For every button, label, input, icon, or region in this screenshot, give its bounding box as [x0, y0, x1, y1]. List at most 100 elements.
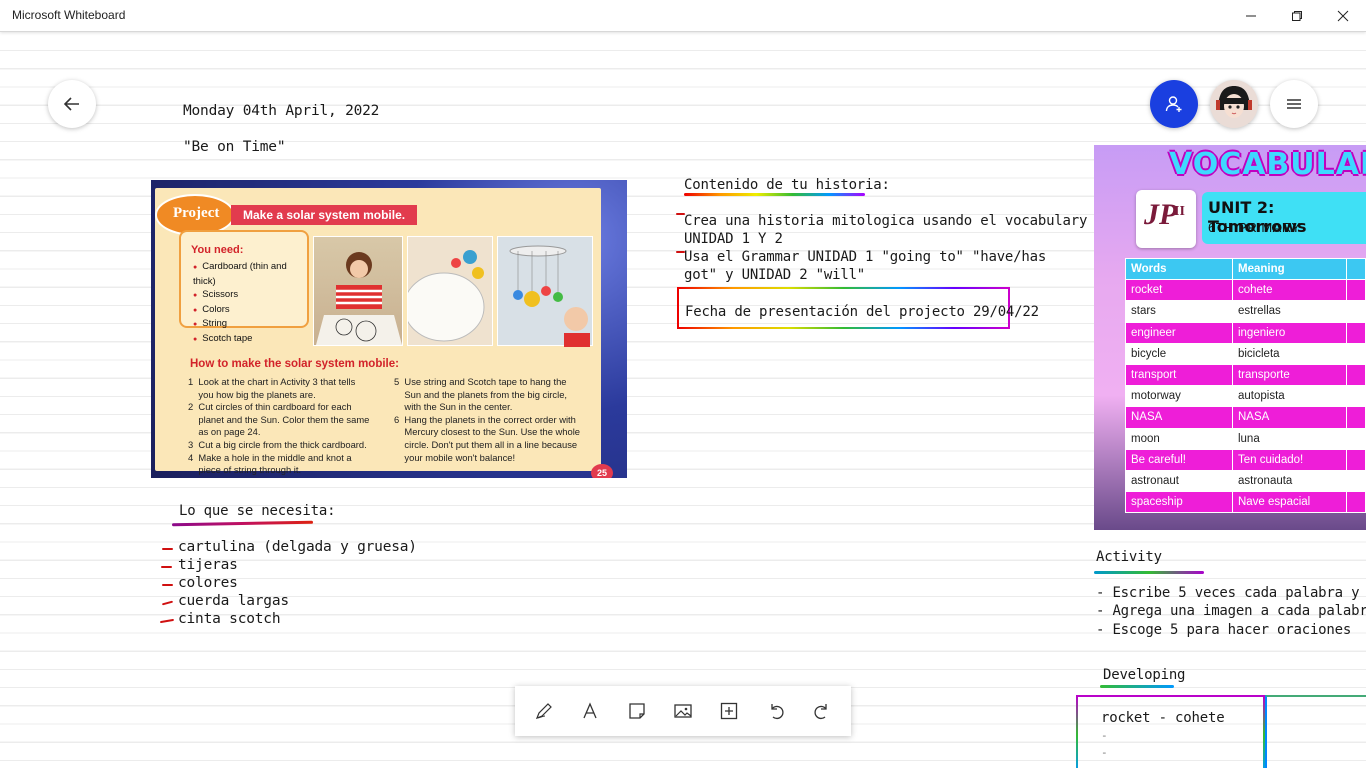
meaning-cell: Ten cuidado!: [1231, 448, 1348, 471]
word-cell: rocket: [1125, 279, 1233, 302]
text-tool-button[interactable]: [570, 691, 610, 731]
app-title: Microsoft Whiteboard: [12, 8, 126, 22]
date-heading: Monday 04th April, 2022: [183, 103, 380, 119]
needed-item: colores: [178, 575, 238, 591]
table-row: transport transporte: [1125, 363, 1366, 387]
meaning-cell: cohete: [1231, 279, 1348, 302]
extra-cell: [1346, 300, 1366, 323]
minimize-button[interactable]: [1228, 0, 1274, 32]
developing-title: Developing: [1103, 667, 1186, 683]
table-row: Be careful! Ten cuidado!: [1125, 448, 1366, 471]
content-title: Contenido de tu historia:: [684, 177, 890, 193]
meaning-cell: autopista: [1231, 385, 1348, 408]
you-need-list: Cardboard (thin and thick) Scissors Colo…: [193, 260, 307, 346]
content-line: UNIDAD 1 Y 2: [684, 231, 783, 247]
title-bar: Microsoft Whiteboard: [0, 0, 1366, 32]
table-row: rocket cohete: [1125, 279, 1366, 302]
girl-drawing-illustration: [316, 252, 402, 345]
you-need-title: You need:: [191, 244, 244, 256]
step-line: you how big the planets are.: [188, 388, 316, 400]
maximize-button[interactable]: [1274, 0, 1320, 32]
table-row: engineer ingeniero: [1125, 321, 1366, 344]
hamburger-icon: [1287, 99, 1301, 109]
list-item: Colors: [193, 303, 307, 318]
close-button[interactable]: [1320, 0, 1366, 32]
redo-icon: [814, 704, 827, 720]
needed-title-underline: [171, 520, 314, 527]
invite-button[interactable]: [1150, 80, 1198, 128]
text-icon: [583, 702, 598, 719]
meaning-cell: NASA: [1231, 406, 1348, 429]
step-line: Sun and the planets from the big circle,: [394, 388, 568, 400]
project-badge-label: Project: [173, 205, 220, 221]
vocabulary-image[interactable]: VOCABULARY JP II UNIT 2: Tomorrows 6TH P…: [1094, 145, 1366, 530]
list-item: Scissors: [193, 288, 307, 303]
step-line: piece of string through it.: [188, 464, 302, 476]
table-row: stars estrellas: [1125, 300, 1366, 323]
deadline-text: Fecha de presentación del projecto 29/04…: [685, 304, 1039, 320]
extra-cell: [1346, 427, 1366, 450]
note-icon: [629, 703, 645, 719]
extra-cell: [1346, 385, 1366, 408]
table-row: NASA NASA: [1125, 406, 1366, 429]
add-person-icon: [1165, 96, 1182, 112]
logo-letters: JP: [1144, 198, 1178, 231]
table-row: motorway autopista: [1125, 385, 1366, 408]
step-line: 3 Cut a big circle from the thick cardbo…: [188, 438, 367, 450]
step-line: 4 Make a hole in the middle and knot a: [188, 451, 352, 463]
pen-tool-button[interactable]: [524, 691, 564, 731]
redo-button[interactable]: [802, 691, 842, 731]
word-cell: astronaut: [1125, 469, 1233, 493]
school-logo: JP II: [1136, 190, 1196, 248]
vocabulary-table: Words Meaning rocket cohete stars estrella…: [1125, 257, 1366, 514]
project-panel: Project Make a solar system mobile. You …: [155, 188, 601, 475]
cardboard-circle-illustration: [403, 250, 485, 342]
activity-line: - Escoge 5 para hacer oraciones: [1096, 622, 1352, 638]
table-header: Words: [1125, 257, 1233, 281]
step-line: 2 Cut circles of thin cardboard for each: [188, 401, 352, 413]
you-need-box: You need: Cardboard (thin and thick) Sci…: [179, 230, 309, 344]
table-header: [1346, 257, 1366, 281]
photo-mobile: [497, 236, 593, 347]
meaning-cell: astronauta: [1231, 469, 1348, 493]
page-number: 25: [591, 464, 613, 478]
needed-item: cartulina (delgada y gruesa): [178, 539, 417, 555]
content-title-underline: [684, 193, 865, 196]
word-cell: engineer: [1125, 321, 1233, 344]
meaning-cell: estrellas: [1231, 300, 1348, 323]
project-image[interactable]: Project Make a solar system mobile. You …: [151, 180, 627, 478]
step-line: planet and the Sun. Color them the same: [188, 413, 370, 425]
pen-icon: [536, 703, 552, 720]
menu-button[interactable]: [1270, 80, 1318, 128]
solar-mobile-illustration: [509, 245, 590, 347]
step-line: with the Sun in the center.: [394, 401, 513, 413]
whiteboard-canvas[interactable]: Monday 04th April, 2022 "Be on Time" Pro…: [0, 33, 1366, 768]
photo-girl-drawing: [313, 236, 403, 346]
undo-button[interactable]: [756, 691, 796, 731]
note-tool-button[interactable]: [617, 691, 657, 731]
add-tool-button[interactable]: [709, 691, 749, 731]
bottom-toolbar: [515, 686, 851, 736]
back-arrow-icon: [63, 97, 79, 111]
image-tool-button[interactable]: [663, 691, 703, 731]
extra-cell: [1346, 321, 1366, 344]
needed-item: cinta scotch: [178, 611, 281, 627]
word-cell: stars: [1125, 300, 1233, 323]
table-row: bicycle bicicleta: [1125, 342, 1366, 365]
logo-suffix: II: [1174, 204, 1185, 219]
word-cell: NASA: [1125, 406, 1233, 429]
grade-label: 6TH PRIMARY: [1208, 220, 1301, 235]
step-line: 5 Use string and Scotch tape to hang the: [394, 376, 567, 387]
undo-icon: [770, 704, 784, 720]
step-line: as on page 24.: [188, 426, 261, 438]
avatar[interactable]: [1210, 80, 1258, 128]
developing-mark: -: [1101, 746, 1108, 759]
ink-dash: [162, 548, 173, 550]
table-header: Meaning: [1231, 257, 1348, 281]
list-item: Scotch tape: [193, 332, 307, 347]
word-cell: moon: [1125, 427, 1233, 450]
how-to-title: How to make the solar system mobile:: [190, 358, 399, 370]
back-button[interactable]: [48, 80, 96, 128]
image-icon: [674, 704, 692, 718]
unit-banner: UNIT 2: Tomorrows 6TH PRIMARY: [1202, 192, 1366, 244]
